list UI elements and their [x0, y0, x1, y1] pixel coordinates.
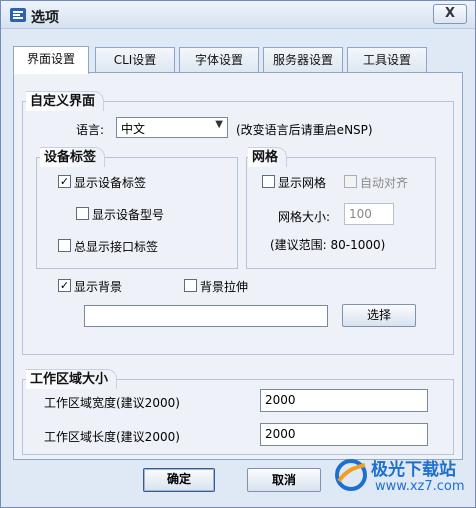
cancel-button[interactable]: 取消 [247, 468, 321, 492]
background-path-input[interactable] [84, 305, 328, 327]
device-tag-title: 设备标签 [40, 147, 106, 167]
close-button[interactable]: X [433, 4, 467, 24]
show-device-model-checkbox[interactable] [76, 207, 89, 220]
workspace-width-input[interactable]: 2000 [260, 389, 428, 412]
watermark-name: 极光下载站 [371, 460, 456, 480]
tab-font-settings[interactable]: 字体设置 [179, 47, 259, 73]
workspace-title: 工作区域大小 [26, 369, 118, 389]
show-grid-checkbox[interactable] [262, 175, 275, 188]
settings-panel: 自定义界面 语言: 中文 ▼ (改变语言后请重启eNSP) 设备标签 ✓ 显示设… [13, 72, 463, 460]
tab-ui-settings[interactable]: 界面设置 [13, 46, 89, 74]
show-device-tag-label: 显示设备标签 [74, 176, 147, 190]
stretch-background-label: 背景拉伸 [200, 280, 249, 294]
custom-ui-title: 自定义界面 [26, 91, 105, 111]
always-show-port-label: 总显示接口标签 [74, 240, 159, 254]
choose-button[interactable]: 选择 [342, 304, 416, 327]
app-logo-icon [10, 8, 26, 22]
tab-cli-settings[interactable]: CLI设置 [95, 47, 175, 73]
show-background-label: 显示背景 [74, 280, 123, 294]
show-background-checkbox[interactable]: ✓ [58, 279, 71, 292]
grid-title: 网格 [248, 147, 288, 167]
show-device-model-label: 显示设备型号 [92, 208, 165, 222]
workspace-length-label: 工作区域长度(建议2000) [44, 430, 180, 444]
grid-range-hint: (建议范围: 80-1000) [270, 238, 386, 252]
watermark-url: www.xz7.com [375, 479, 465, 494]
workspace-length-input[interactable]: 2000 [260, 423, 428, 446]
language-value: 中文 [121, 122, 146, 136]
options-dialog: 选项 X 界面设置 CLI设置 字体设置 服务器设置 工具设置 自定义界面 语言… [0, 0, 476, 508]
auto-align-checkbox[interactable] [344, 175, 357, 188]
stretch-background-checkbox[interactable] [184, 279, 197, 292]
show-device-tag-checkbox[interactable]: ✓ [58, 175, 71, 188]
title-bar: 选项 X [1, 1, 475, 29]
tab-tool-settings[interactable]: 工具设置 [347, 47, 427, 73]
watermark: 极光下载站 www.xz7.com [331, 453, 471, 503]
workspace-width-label: 工作区域宽度(建议2000) [44, 396, 180, 410]
language-label: 语言: [76, 123, 105, 137]
watermark-logo-icon [335, 459, 367, 491]
auto-align-label: 自动对齐 [360, 176, 409, 190]
grid-size-label: 网格大小: [278, 210, 331, 224]
show-grid-label: 显示网格 [278, 176, 327, 190]
grid-size-input[interactable]: 100 [344, 203, 394, 225]
tab-server-settings[interactable]: 服务器设置 [263, 47, 343, 73]
always-show-port-checkbox[interactable] [58, 239, 71, 252]
language-select[interactable]: 中文 ▼ [116, 117, 228, 138]
ok-button[interactable]: 确定 [143, 468, 215, 492]
language-hint: (改变语言后请重启eNSP) [236, 123, 373, 137]
chevron-down-icon: ▼ [215, 119, 223, 130]
window-title: 选项 [31, 10, 59, 26]
